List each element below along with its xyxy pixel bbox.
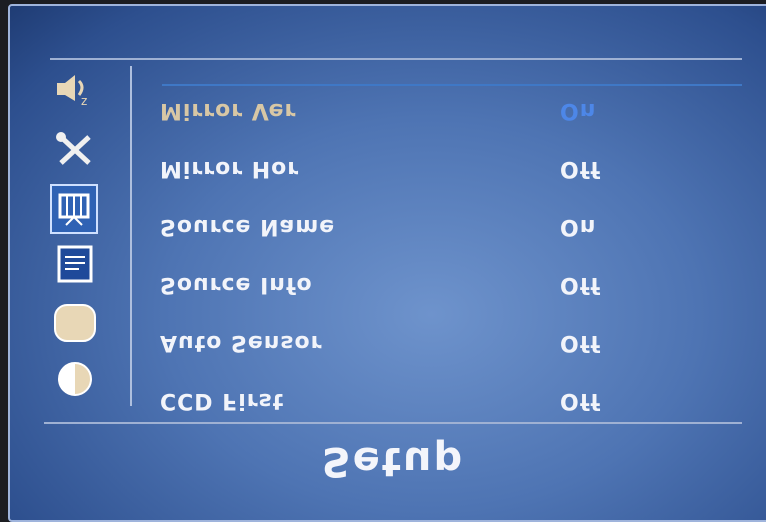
source-info-icon[interactable] [46,240,104,290]
page-title: Setup [10,438,766,484]
tools-icon[interactable] [46,124,104,174]
row-source-info[interactable]: Source Info Off [160,264,720,304]
selection-line [162,84,742,86]
row-value: Off [560,329,601,355]
row-ccd-first[interactable]: CCD First Off [160,380,720,420]
contrast-icon[interactable] [46,354,104,404]
row-mirror-hor[interactable]: Mirror Hor Off [160,148,720,188]
row-label: CCD First [160,387,285,413]
screen-mirror-icon[interactable] [50,184,98,234]
speaker-icon[interactable]: z [46,64,104,114]
row-label: Source Info [160,271,313,297]
row-value: Off [560,387,601,413]
row-value: Off [560,271,601,297]
tab-divider [130,66,132,406]
row-source-name[interactable]: Source Name On [160,206,720,246]
row-value: On [560,97,597,123]
top-divider [50,58,742,60]
display-shape-icon[interactable] [46,298,104,348]
row-value: Off [560,155,601,181]
row-label: Source Name [160,213,336,239]
svg-text:z: z [81,94,87,108]
bottom-divider [44,422,742,424]
title-text: Setup [321,438,465,484]
osd-panel: z Mirror Ver On Mirror Hor Off Source Na… [8,4,766,522]
row-label: Mirror Ver [160,97,297,123]
row-value: On [560,213,597,239]
row-mirror-ver[interactable]: Mirror Ver On [160,90,720,130]
row-label: Mirror Hor [160,155,300,181]
row-auto-sensor[interactable]: Auto Sensor Off [160,322,720,362]
row-label: Auto Sensor [160,329,323,355]
